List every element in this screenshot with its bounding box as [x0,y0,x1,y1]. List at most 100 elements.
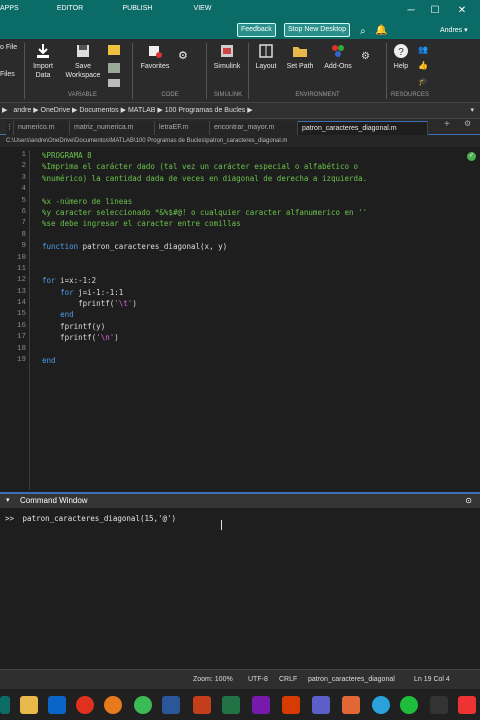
help-button[interactable]: ? Help [389,43,413,71]
line-number: 8 [21,230,26,239]
command-window[interactable]: >> patron_caracteres_diagonal(15,'@') [0,508,480,669]
variable-open-icon[interactable] [108,63,120,73]
minimize-icon[interactable]: ─ [403,4,419,18]
code-line[interactable]: %PROGRAMA 8 [42,150,462,161]
encoding-status: UTF-8 [248,676,268,683]
chrome-icon[interactable] [134,696,152,714]
search-icon[interactable]: ⌕ [360,26,366,37]
maximize-icon[interactable]: ☐ [427,4,443,18]
community-icon[interactable]: 👥 [418,45,428,54]
tab-publish[interactable]: PUBLISH [115,0,160,17]
code-line[interactable]: for i=x:-1:2 [42,275,462,286]
code-line[interactable]: fprintf('\t') [42,298,462,309]
set-path-label: Set Path [286,63,314,70]
feedback-button[interactable]: Feedback [237,23,276,37]
user-name: Andres [440,27,463,34]
matlab-taskbar-icon[interactable] [342,696,360,714]
code-line[interactable]: fprintf(y) [42,321,462,332]
tab-file[interactable]: matriz_numerica.m [70,121,155,135]
office-icon[interactable] [282,696,300,714]
command-window-menu-icon[interactable]: ⊙ [465,494,472,508]
save-workspace-button[interactable]: Save Workspace [62,43,104,80]
layout-label: Layout [255,63,277,70]
matlab-app-icon[interactable] [0,696,10,714]
section-environment: ENVIRONMENT [295,92,340,98]
code-line[interactable] [42,230,462,241]
code-line[interactable] [42,264,462,275]
code-line[interactable]: %numérico) la cantidad dada de veces en … [42,173,462,184]
simulink-button[interactable]: Simulink [209,43,245,71]
breadcrumb-item[interactable]: OneDrive [41,107,71,114]
add-tab-icon[interactable]: + [444,119,450,130]
analyzer-ok-icon[interactable]: ✓ [467,152,476,161]
import-data-button[interactable]: Import Data [28,43,58,80]
tab-editor[interactable]: EDITOR [50,0,90,17]
user-menu[interactable]: Andres ▾ [440,26,468,34]
code-line[interactable] [42,184,462,195]
breadcrumb-item[interactable]: andre [13,107,31,114]
bell-icon[interactable]: 🔔 [375,25,387,36]
add-ons-label: Add-Ons [324,63,352,70]
tab-apps[interactable]: APPS [0,0,19,17]
command-input[interactable]: patron_caracteres_diagonal(15,'@') [23,514,177,523]
tab-list-icon[interactable]: ⚙ [464,119,471,128]
learn-icon[interactable]: 🎓 [418,77,428,86]
line-number: 1 [21,151,26,159]
code-line[interactable]: %x -número de lineas [42,196,462,207]
zoom-status: Zoom: 100% [193,676,233,683]
code-line[interactable]: fprintf('\n') [42,332,462,343]
opera-icon[interactable] [76,696,94,714]
variable-new-icon[interactable] [108,45,120,55]
favorites-icon [149,46,162,58]
add-ons-button[interactable]: Add-Ons [320,43,356,71]
variable-clear-icon[interactable] [108,79,120,87]
breadcrumb-dropdown-icon[interactable]: ▾ [470,103,474,119]
function-status: patron_caracteres_diagonal [308,676,395,683]
excel-icon[interactable] [222,696,240,714]
favorites-button[interactable]: Favorites [137,43,173,71]
powerpoint-icon[interactable] [193,696,211,714]
firefox-icon[interactable] [104,696,122,714]
help-label: Help [393,63,409,70]
breadcrumb-item[interactable]: MATLAB [128,107,156,114]
code-line[interactable]: function patron_caracteres_diagonal(x, y… [42,241,462,252]
whatsapp-icon[interactable] [400,696,418,714]
code-editor[interactable]: 1 2 3 4 5 6 7 8 9 10 11 12 13 14 15 16 17 18 19 %PROGRAMA … [0,147,480,492]
tab-menu-icon[interactable]: ⋮ [6,121,14,135]
set-path-button[interactable]: Set Path [284,43,316,71]
tab-view[interactable]: VIEW [185,0,220,17]
code-line[interactable]: end [42,355,462,366]
layout-button[interactable]: Layout [252,43,280,71]
word-icon[interactable] [162,696,180,714]
code-line[interactable]: %Imprima el carácter dado (tal vez un ca… [42,161,462,172]
onenote-icon[interactable] [252,696,270,714]
code-line[interactable]: for j=i-1:-1:1 [42,287,462,298]
code-line[interactable]: end [42,309,462,320]
tab-file-active[interactable]: patron_caracteres_diagonal.m [298,121,428,135]
tab-file[interactable]: numerico.m [14,121,70,135]
code-line[interactable] [42,344,462,355]
line-number-gutter: 1 2 3 4 5 6 7 8 9 10 11 12 13 14 15 16 17 18 19 [4,150,26,366]
app-icon[interactable] [458,696,476,714]
tab-file[interactable]: letraEF.m [155,121,210,135]
app-icon[interactable] [430,696,448,714]
breadcrumb-item[interactable]: 100 Programas de Bucles [165,107,246,114]
stop-new-desktop-button[interactable]: Stop New Desktop [284,23,350,37]
close-icon[interactable]: ✕ [454,4,470,18]
files-button[interactable]: Files [0,70,20,79]
telegram-icon[interactable] [372,696,390,714]
code-lines[interactable]: %PROGRAMA 8 %Imprima el carácter dado (ta… [42,150,462,366]
code-line[interactable] [42,253,462,264]
breadcrumb-item[interactable]: Documentos [79,107,118,114]
preferences-icon[interactable]: ⚙ [361,51,370,62]
teams-icon[interactable] [312,696,330,714]
new-file-button[interactable]: o File [0,43,20,52]
tab-file[interactable]: encontrar_mayor.m [210,121,298,135]
file-explorer-icon[interactable] [20,696,38,714]
store-icon[interactable] [48,696,66,714]
code-line[interactable]: %y caracter seleccionado *&%$#@! o cualq… [42,207,462,218]
collapse-icon[interactable]: ▾ [6,494,10,508]
support-icon[interactable]: 👍 [418,61,428,70]
code-line[interactable]: %se debe ingresar el caracter entre comi… [42,218,462,229]
gear-icon[interactable]: ⚙ [178,49,190,62]
